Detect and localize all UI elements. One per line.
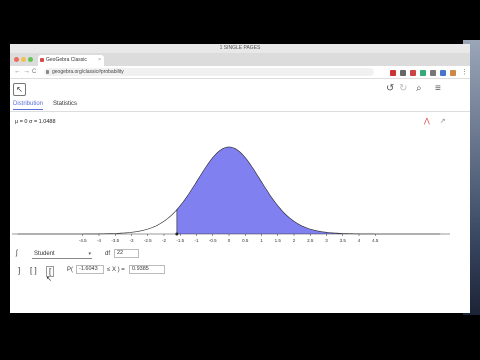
probability-operator: ≤ X ) = <box>107 267 125 273</box>
main-menu-icon[interactable]: ≡ <box>435 83 441 94</box>
x-tick-label: 2 <box>293 238 296 243</box>
browser-tab-bar: GeoGebra Classic × <box>10 53 470 66</box>
tab-distribution[interactable]: Distribution <box>13 101 44 110</box>
tab-statistics[interactable]: Statistics <box>53 101 77 107</box>
back-icon[interactable]: ← <box>14 68 21 75</box>
x-tick-label: 0.5 <box>242 238 249 243</box>
extension-icon[interactable] <box>410 70 416 76</box>
forward-icon[interactable]: → <box>23 68 30 75</box>
app-toolbar: ↖ ↺ ↻ ⌕ ≡ <box>10 79 470 99</box>
address-bar: ← → C geogebra.org/classic#probability ⋮ <box>10 66 470 79</box>
distribution-select[interactable]: Student ▾ <box>32 250 92 259</box>
reload-icon[interactable]: C <box>32 69 36 75</box>
extension-icon[interactable] <box>420 70 426 76</box>
move-tool-button[interactable]: ↖ <box>13 83 26 96</box>
x-tick-label: -3 <box>129 238 133 243</box>
os-window-title: 1 SINGLE PAGES <box>219 45 261 51</box>
graph-icons: ⋀ ↗ <box>424 117 446 125</box>
extension-icon[interactable] <box>440 70 446 76</box>
redo-icon[interactable]: ↻ <box>399 83 407 94</box>
interval-button[interactable]: [ ] <box>30 266 37 275</box>
x-tick-label: -0.5 <box>209 238 217 243</box>
extension-icon[interactable] <box>450 70 456 76</box>
left-sided-button[interactable]: ] <box>18 266 20 275</box>
chevron-down-icon: ▾ <box>88 251 91 257</box>
app-tab-bar: Distribution Statistics <box>10 99 470 112</box>
x-tick-label: -1.5 <box>176 238 184 243</box>
lower-bound-input[interactable]: -1.6043 <box>76 265 104 274</box>
mouse-cursor-icon: ↖ <box>46 276 52 283</box>
maximize-window-icon[interactable] <box>28 57 33 62</box>
x-tick-label: 2.5 <box>307 238 314 243</box>
x-tick-label: -2.5 <box>144 238 152 243</box>
extension-icon[interactable] <box>400 70 406 76</box>
x-tick-label: -1 <box>194 238 198 243</box>
tab-close-icon[interactable]: × <box>98 55 101 66</box>
x-tick-label: 4.5 <box>372 238 379 243</box>
distribution-parameters: μ = 0 σ = 1.0488 <box>15 119 56 125</box>
distribution-plot: -4.5 -4 -3.5 -3 -2.5 -2 -1.5 -1 -0.5 0 0.5 1 1.5 2 2.5… <box>12 146 450 243</box>
x-tick-label: -4.5 <box>79 238 87 243</box>
probability-result: 0.9385 <box>129 265 165 274</box>
distribution-select-value: Student <box>34 251 55 257</box>
x-tick-label: 4 <box>358 238 361 243</box>
x-tick-label: 3 <box>325 238 328 243</box>
extension-icon[interactable] <box>430 70 436 76</box>
browser-tab[interactable]: GeoGebra Classic × <box>38 55 104 66</box>
probability-prefix: P( <box>67 267 73 273</box>
x-tick-label: 1.5 <box>275 238 282 243</box>
probability-area <box>176 147 441 234</box>
geogebra-favicon-icon <box>40 58 44 62</box>
x-tick-label: 3.5 <box>340 238 347 243</box>
x-tick-label: -4 <box>97 238 101 243</box>
x-tick-label: 0 <box>228 238 231 243</box>
df-input[interactable]: 22 <box>114 249 139 258</box>
url-field[interactable]: geogebra.org/classic#probability <box>44 68 374 76</box>
distribution-type-icon: ʃ <box>16 250 18 257</box>
browser-tab-title: GeoGebra Classic <box>46 57 87 63</box>
browser-menu-icon[interactable]: ⋮ <box>461 68 468 76</box>
df-label: df <box>105 251 111 257</box>
url-text: geogebra.org/classic#probability <box>52 69 124 75</box>
x-tick-label: -2 <box>162 238 166 243</box>
x-tick-label: 1 <box>260 238 263 243</box>
search-icon[interactable]: ⌕ <box>416 83 422 94</box>
extension-icon[interactable] <box>390 70 396 76</box>
browser-window: GeoGebra Classic × ← → C geogebra.org/cl… <box>10 53 470 313</box>
x-tick-label: -3.5 <box>111 238 119 243</box>
lock-icon <box>46 70 49 74</box>
minimize-window-icon[interactable] <box>21 57 26 62</box>
undo-icon[interactable]: ↺ <box>386 83 394 94</box>
close-window-icon[interactable] <box>14 57 19 62</box>
export-icon[interactable]: ↗ <box>440 118 446 125</box>
graph-style-icon[interactable]: ⋀ <box>424 118 430 125</box>
